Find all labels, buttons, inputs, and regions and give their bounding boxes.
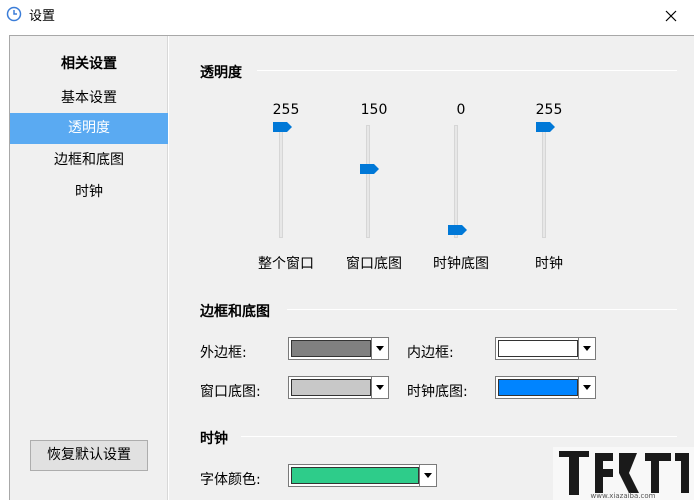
sidebar-heading: 相关设置 (61, 56, 117, 72)
section-title-clock: 时钟 (200, 431, 228, 447)
slider-track[interactable] (454, 125, 458, 238)
close-button[interactable] (648, 0, 694, 31)
restore-defaults-button[interactable]: 恢复默认设置 (30, 440, 148, 471)
clock-background-color-select[interactable] (495, 376, 596, 399)
color-swatch (498, 379, 578, 396)
slider-thumb[interactable] (273, 122, 292, 132)
slider-track[interactable] (366, 125, 370, 238)
chevron-down-icon (419, 465, 436, 486)
chevron-down-icon (371, 338, 388, 359)
slider-value: 0 (456, 102, 466, 118)
window-title: 设置 (29, 9, 56, 24)
slider-thumb[interactable] (448, 225, 467, 235)
window-background-color-select[interactable] (288, 376, 389, 399)
window-background-label: 窗口底图: (200, 384, 261, 400)
slider-label: 时钟底图 (433, 256, 489, 272)
slider-value: 255 (535, 102, 563, 118)
section-title-border: 边框和底图 (200, 304, 270, 320)
slider-label: 窗口底图 (346, 256, 402, 272)
sidebar-item-transparency[interactable]: 透明度 (10, 113, 168, 144)
inner-border-color-select[interactable] (495, 337, 596, 360)
section-title-transparency: 透明度 (200, 65, 242, 81)
chevron-down-icon (371, 377, 388, 398)
slider-value: 150 (360, 102, 388, 118)
section-divider (241, 436, 677, 437)
sidebar-item-basic[interactable]: 基本设置 (10, 83, 168, 114)
slider-track[interactable] (279, 125, 283, 238)
outer-border-label: 外边框: (200, 345, 247, 361)
slider-thumb[interactable] (360, 164, 379, 175)
chevron-down-icon (578, 338, 595, 359)
sidebar-item-border[interactable]: 边框和底图 (10, 145, 168, 176)
chevron-down-icon (578, 377, 595, 398)
sidebar-item-clock[interactable]: 时钟 (10, 177, 168, 208)
color-swatch (291, 340, 371, 357)
outer-border-color-select[interactable] (288, 337, 389, 360)
title-bar: 设置 (0, 0, 694, 31)
font-color-label: 字体颜色: (200, 472, 261, 488)
section-divider (287, 309, 677, 310)
slider-label: 时钟 (535, 256, 563, 272)
font-color-select[interactable] (288, 464, 437, 487)
color-swatch (291, 379, 371, 396)
sidebar: 相关设置 基本设置 透明度 边框和底图 时钟 恢复默认设置 (10, 36, 168, 500)
close-icon (665, 10, 677, 21)
svg-text:www.xiazaiba.com: www.xiazaiba.com (591, 492, 656, 500)
clock-icon (6, 6, 22, 22)
watermark-logo: www.xiazaiba.com (553, 447, 694, 500)
settings-panel: 透明度 255 整个窗口 150 窗口底图 0 时钟底图 255 时钟 边框和底… (169, 36, 694, 500)
slider-value: 255 (272, 102, 300, 118)
slider-thumb[interactable] (536, 122, 555, 132)
clock-background-label: 时钟底图: (407, 384, 468, 400)
color-swatch (498, 340, 578, 357)
color-swatch (291, 467, 419, 484)
slider-label: 整个窗口 (258, 256, 314, 272)
section-divider (257, 70, 677, 71)
inner-border-label: 内边框: (407, 345, 454, 361)
slider-track[interactable] (542, 125, 546, 238)
